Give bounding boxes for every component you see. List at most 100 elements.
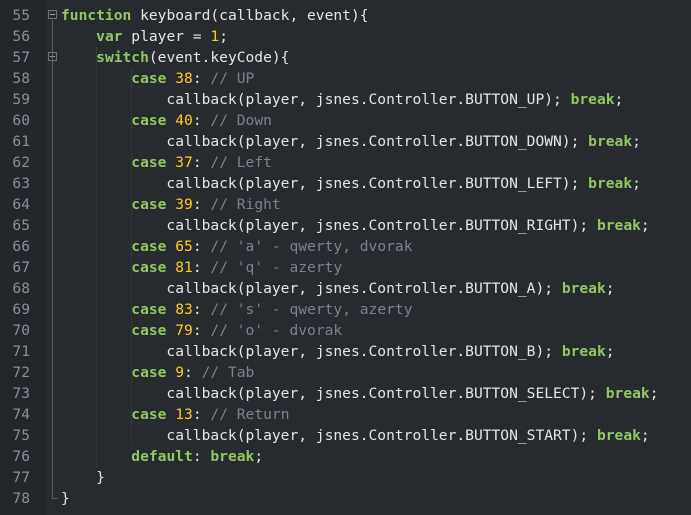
- text-token: (event.keyCode){: [148, 49, 290, 66]
- text-token: :: [192, 70, 211, 87]
- line-number: 59: [12, 91, 30, 108]
- code-text: callback(player, jsnes.Controller.BUTTON…: [61, 341, 615, 362]
- comment-token: // 's' - qwerty, azerty: [210, 301, 413, 318]
- comment-token: // Right: [210, 196, 281, 213]
- keyword-token: break: [596, 427, 641, 444]
- comment-token: // Left: [210, 154, 272, 171]
- code-line[interactable]: 78}: [0, 488, 691, 509]
- code-line[interactable]: 75 callback(player, jsnes.Controller.BUT…: [0, 425, 691, 446]
- line-number: 69: [12, 301, 30, 318]
- code-line[interactable]: 66 case 65: // 'a' - qwerty, dvorak: [0, 236, 691, 257]
- keyword-token: break: [588, 133, 633, 150]
- code-line[interactable]: 70 case 79: // 'o' - dvorak: [0, 320, 691, 341]
- number-token: 39: [175, 196, 193, 213]
- indent-guide: [131, 68, 133, 446]
- line-number: 65: [12, 217, 30, 234]
- number-token: 40: [175, 112, 193, 129]
- code-text: callback(player, jsnes.Controller.BUTTON…: [61, 131, 640, 152]
- indent-guide: [96, 47, 98, 467]
- text-token: callback(player, jsnes.Controller.BUTTON…: [61, 133, 589, 150]
- code-line[interactable]: 67 case 81: // 'q' - azerty: [0, 257, 691, 278]
- code-line[interactable]: 69 case 83: // 's' - qwerty, azerty: [0, 299, 691, 320]
- code-text: callback(player, jsnes.Controller.BUTTON…: [61, 89, 623, 110]
- text-token: player =: [122, 28, 211, 45]
- code-line[interactable]: 59 callback(player, jsnes.Controller.BUT…: [0, 89, 691, 110]
- code-line[interactable]: 57 switch(event.keyCode){: [0, 47, 691, 68]
- keyword-token: default: [131, 448, 193, 465]
- code-text: var player = 1;: [61, 26, 228, 47]
- line-number: 63: [12, 175, 30, 192]
- text-token: ;: [605, 343, 615, 360]
- code-line[interactable]: 68 callback(player, jsnes.Controller.BUT…: [0, 278, 691, 299]
- line-number: 64: [12, 196, 30, 213]
- code-line[interactable]: 74 case 13: // Return: [0, 404, 691, 425]
- code-line[interactable]: 60 case 40: // Down: [0, 110, 691, 131]
- text-token: :: [192, 322, 211, 339]
- line-number: 61: [12, 133, 30, 150]
- code-line[interactable]: 55 function keyboard(callback, event){: [0, 5, 691, 26]
- number-token: 9: [175, 364, 185, 381]
- code-line[interactable]: 62 case 37: // Left: [0, 152, 691, 173]
- keyword-token: switch: [96, 49, 149, 66]
- text-token: ;: [614, 91, 624, 108]
- line-number: 58: [12, 70, 30, 87]
- number-token: 81: [175, 259, 193, 276]
- line-number: 78: [12, 490, 30, 507]
- keyword-token: case: [131, 406, 167, 423]
- fold-collapse-icon[interactable]: [48, 10, 57, 19]
- code-line[interactable]: 63 callback(player, jsnes.Controller.BUT…: [0, 173, 691, 194]
- line-number: 56: [12, 28, 30, 45]
- text-token: :: [192, 112, 211, 129]
- line-number: 71: [12, 343, 30, 360]
- keyword-token: case: [131, 70, 167, 87]
- keyword-token: case: [131, 196, 167, 213]
- text-token: ;: [640, 427, 650, 444]
- text-token: :: [192, 196, 211, 213]
- text-token: :: [184, 364, 202, 381]
- code-line[interactable]: 77 }: [0, 467, 691, 488]
- line-number: 77: [12, 469, 30, 486]
- number-token: 37: [175, 154, 193, 171]
- code-line[interactable]: 56 var player = 1;: [0, 26, 691, 47]
- code-line[interactable]: 65 callback(player, jsnes.Controller.BUT…: [0, 215, 691, 236]
- line-number: 55: [12, 7, 30, 24]
- text-token: callback(player, jsnes.Controller.BUTTON…: [61, 427, 597, 444]
- code-line[interactable]: 58 case 38: // UP: [0, 68, 691, 89]
- code-text: case 65: // 'a' - qwerty, dvorak: [61, 236, 412, 257]
- code-text: case 37: // Left: [61, 152, 272, 173]
- code-text: case 9: // Tab: [61, 362, 254, 383]
- text-token: :: [192, 301, 211, 318]
- number-token: 83: [175, 301, 193, 318]
- code-line[interactable]: 72 case 9: // Tab: [0, 362, 691, 383]
- keyword-token: break: [588, 175, 633, 192]
- text-token: :: [192, 259, 211, 276]
- keyword-token: case: [131, 301, 167, 318]
- number-token: 13: [175, 406, 193, 423]
- code-line[interactable]: 71 callback(player, jsnes.Controller.BUT…: [0, 341, 691, 362]
- code-text: }: [61, 488, 70, 509]
- text-token: ;: [649, 385, 659, 402]
- code-line[interactable]: 73 callback(player, jsnes.Controller.BUT…: [0, 383, 691, 404]
- number-token: 65: [175, 238, 193, 255]
- code-editor[interactable]: 55 function keyboard(callback, event){56 …: [0, 0, 691, 515]
- fold-end-marker: [52, 498, 58, 499]
- keyword-token: break: [210, 448, 255, 465]
- text-token: :: [192, 448, 211, 465]
- line-number: 57: [12, 49, 30, 66]
- code-line[interactable]: 61 callback(player, jsnes.Controller.BUT…: [0, 131, 691, 152]
- code-line[interactable]: 76 default: break;: [0, 446, 691, 467]
- text-token: ;: [254, 448, 264, 465]
- code-line[interactable]: 64 case 39: // Right: [0, 194, 691, 215]
- line-number: 60: [12, 112, 30, 129]
- keyword-token: break: [570, 91, 615, 108]
- comment-token: // Return: [210, 406, 290, 423]
- keyword-token: case: [131, 259, 167, 276]
- text-token: ;: [640, 217, 650, 234]
- code-text: default: break;: [61, 446, 263, 467]
- code-text: case 79: // 'o' - dvorak: [61, 320, 342, 341]
- line-number: 75: [12, 427, 30, 444]
